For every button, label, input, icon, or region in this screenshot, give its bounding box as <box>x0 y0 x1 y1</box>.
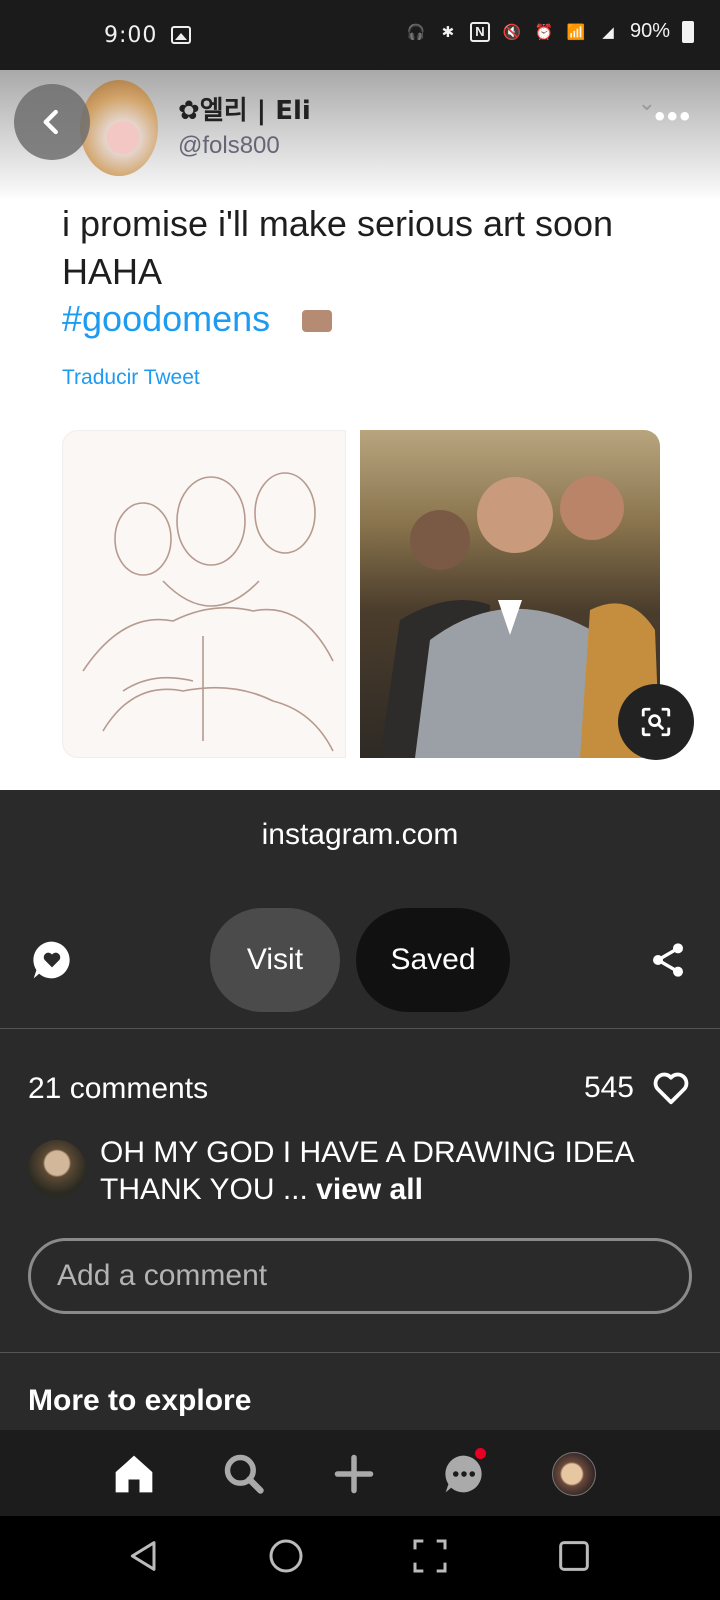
nav-messages[interactable] <box>438 1448 490 1500</box>
alarm-icon: ⏰ <box>534 23 554 41</box>
home-icon <box>115 1455 153 1493</box>
emoji-icon <box>302 310 332 332</box>
wifi-icon: 📶 <box>566 23 586 41</box>
nav-home[interactable] <box>108 1448 160 1500</box>
system-navigation-bar <box>0 1516 720 1600</box>
saved-button[interactable]: Saved <box>356 908 510 1012</box>
tweet-author-name: ✿엘리 | Eli <box>178 96 311 126</box>
bottom-navigation <box>0 1430 720 1516</box>
nav-create[interactable] <box>328 1448 380 1500</box>
chevron-down-icon: ⌄ <box>637 90 656 115</box>
nav-profile[interactable] <box>548 1448 600 1500</box>
tweet-author-handle: @fols800 <box>178 132 280 159</box>
profile-avatar <box>552 1452 596 1496</box>
visit-button[interactable]: Visit <box>210 908 340 1012</box>
photo-image <box>360 430 660 758</box>
status-icons: 🎧 ✱ N 🔇 ⏰ 📶 ◢ 90% <box>406 20 694 43</box>
chevron-left-icon <box>43 109 58 135</box>
headphones-icon: 🎧 <box>406 23 426 41</box>
home-circle-icon[interactable] <box>266 1536 306 1576</box>
nav-search[interactable] <box>218 1448 270 1500</box>
visual-search-button[interactable] <box>618 684 694 760</box>
view-all-comments-link[interactable]: view all <box>316 1173 423 1206</box>
status-time: 9:00 <box>104 22 158 48</box>
likes-counter[interactable]: 545 <box>584 1070 690 1106</box>
battery-percent: 90% <box>629 20 670 42</box>
sketch-image <box>62 430 346 758</box>
back-button[interactable] <box>14 84 90 160</box>
heart-icon[interactable] <box>652 1070 690 1106</box>
heart-bubble-icon <box>33 941 70 979</box>
pin-details-panel: instagram.com Visit Saved 21 comments 54… <box>0 790 720 1430</box>
tweet-text: i promise i'll make serious art soon HAH… <box>62 203 614 292</box>
mute-icon: 🔇 <box>502 23 522 41</box>
plus-icon <box>334 1454 374 1494</box>
more-options-button[interactable]: ••• <box>654 100 692 134</box>
status-bar: 9:00 🎧 ✱ N 🔇 ⏰ 📶 ◢ 90% <box>0 0 720 70</box>
tweet-author-avatar <box>80 80 158 176</box>
add-comment-input[interactable] <box>28 1238 692 1314</box>
likes-count: 545 <box>583 1071 634 1104</box>
nfc-icon: N <box>469 21 490 42</box>
source-link[interactable]: instagram.com <box>0 818 720 852</box>
translate-link: Traducir Tweet <box>62 366 200 389</box>
tweet-hashtag: #goodomens <box>62 298 271 339</box>
back-triangle-icon[interactable] <box>124 1536 164 1576</box>
signal-icon: ◢ <box>602 23 614 41</box>
divider <box>0 1028 720 1029</box>
react-button[interactable] <box>30 938 74 982</box>
commenter-avatar[interactable] <box>28 1140 86 1198</box>
notification-dot <box>475 1448 486 1459</box>
image-notification-icon <box>171 26 192 44</box>
share-button[interactable] <box>648 940 688 980</box>
battery-icon <box>682 20 694 43</box>
more-to-explore-heading: More to explore <box>28 1384 252 1417</box>
lens-search-icon <box>641 707 671 737</box>
share-icon <box>653 943 683 977</box>
divider <box>0 1352 720 1353</box>
recents-square-icon[interactable] <box>554 1536 594 1576</box>
screenshot-frame-icon[interactable] <box>410 1536 450 1576</box>
comments-count[interactable]: 21 comments <box>28 1072 208 1106</box>
bluetooth-icon: ✱ <box>441 23 455 41</box>
pin-image[interactable]: ✿엘리 | Eli @fols800 ⌄ ••• i promise i'll … <box>0 70 720 790</box>
top-comment[interactable]: OH MY GOD I HAVE A DRAWING IDEA THANK YO… <box>100 1134 670 1208</box>
photo-people <box>380 476 660 758</box>
search-icon <box>224 1454 264 1494</box>
sketch-drawing <box>82 472 334 752</box>
